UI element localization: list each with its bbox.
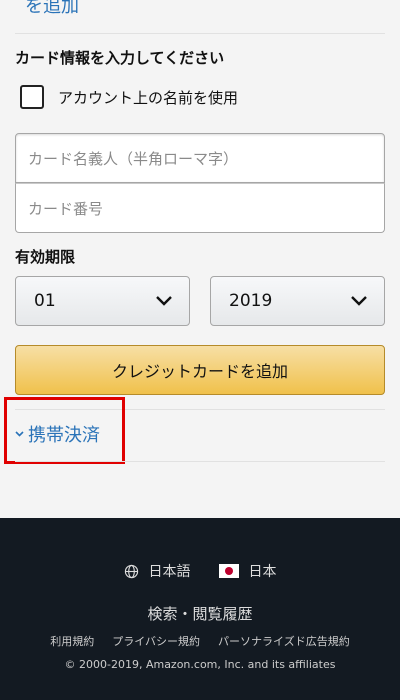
cardholder-name-input[interactable]: カード名義人（半角ローマ字） [15, 133, 385, 183]
copyright: © 2000-2019, Amazon.com, Inc. and its af… [64, 658, 336, 671]
expiry-month-select[interactable]: 01 [15, 276, 190, 326]
use-account-name-checkbox[interactable] [20, 85, 44, 109]
locale-row: 日本語 日本 [0, 561, 400, 581]
chevron-down-icon [156, 296, 172, 306]
legal-links: 利用規約 プライバシー規約 パーソナライズド広告規約 [0, 633, 400, 649]
browsing-history-link[interactable]: 検索・閲覧履歴 [0, 603, 400, 624]
expiry-year-value: 2019 [229, 291, 273, 311]
use-account-name-row[interactable]: アカウント上の名前を使用 [20, 84, 238, 110]
use-account-name-label: アカウント上の名前を使用 [58, 88, 239, 107]
divider [15, 33, 385, 34]
expiry-label: 有効期限 [15, 248, 76, 266]
privacy-link[interactable]: プライバシー規約 [112, 633, 200, 649]
language-label: 日本語 [148, 564, 191, 580]
card-number-input[interactable]: カード番号 [15, 183, 385, 233]
japan-flag-icon [218, 564, 239, 578]
expiry-year-select[interactable]: 2019 [210, 276, 385, 326]
terms-link[interactable]: 利用規約 [50, 633, 94, 649]
region-selector[interactable]: 日本 [218, 561, 277, 581]
language-selector[interactable]: 日本語 [124, 561, 191, 581]
region-label: 日本 [248, 564, 277, 580]
footer: 日本語 日本 検索・閲覧履歴 利用規約 プライバシー規約 パーソナライズド広告規… [0, 518, 400, 700]
cardholder-name-placeholder: カード名義人（半角ローマ字） [28, 149, 239, 168]
payment-form: を追加 カード情報を入力してください アカウント上の名前を使用 カード名義人（半… [0, 0, 400, 518]
card-number-placeholder: カード番号 [28, 199, 104, 218]
divider [15, 461, 385, 462]
personalized-ads-link[interactable]: パーソナライズド広告規約 [218, 633, 350, 649]
expiry-month-value: 01 [34, 291, 56, 311]
highlight-box [4, 397, 125, 464]
globe-icon [124, 564, 138, 578]
card-info-heading: カード情報を入力してください [15, 49, 225, 67]
add-payment-link[interactable]: を追加 [25, 0, 79, 18]
add-credit-card-button[interactable]: クレジットカードを追加 [15, 345, 385, 395]
chevron-down-icon [351, 296, 367, 306]
